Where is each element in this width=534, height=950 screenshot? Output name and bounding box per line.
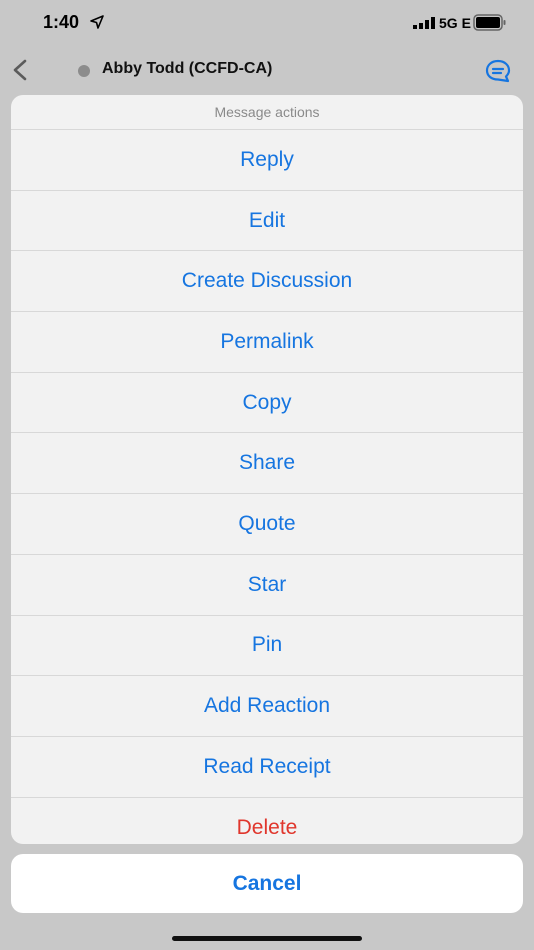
action-quote-button[interactable]: Quote (11, 494, 523, 555)
chevron-left-icon[interactable] (10, 58, 32, 82)
action-create-discussion-button[interactable]: Create Discussion (11, 251, 523, 313)
nav-bar: Abby Todd (CCFD-CA) (0, 46, 534, 94)
presence-dot-icon (78, 65, 90, 77)
action-permalink-button[interactable]: Permalink (11, 312, 523, 373)
thread-chat-icon[interactable] (484, 58, 512, 84)
home-indicator (172, 936, 362, 941)
cancel-button[interactable]: Cancel (11, 854, 523, 913)
signal-bars-icon (413, 17, 435, 29)
action-add-reaction-button[interactable]: Add Reaction (11, 676, 523, 737)
action-pin-button[interactable]: Pin (11, 616, 523, 677)
location-arrow-icon (90, 15, 104, 29)
action-delete-button[interactable]: Delete (11, 798, 523, 844)
message-actions-sheet: Message actions Reply Edit Create Discussi… (11, 95, 523, 844)
status-time: 1:40 (43, 12, 80, 32)
action-read-receipt-button[interactable]: Read Receipt (11, 737, 523, 798)
action-copy-button[interactable]: Copy (11, 373, 523, 434)
battery-icon (473, 14, 506, 31)
actions-list: Reply Edit Create Discussion Permalink Copy S… (11, 130, 523, 844)
sheet-title: Message actions (11, 95, 523, 130)
room-title[interactable]: Abby Todd (CCFD-CA) (102, 60, 272, 78)
action-reply-button[interactable]: Reply (11, 130, 523, 191)
status-bar: 1:40 5G E (0, 0, 534, 46)
action-star-button[interactable]: Star (11, 555, 523, 616)
action-share-button[interactable]: Share (11, 433, 523, 495)
network-type: 5G E (439, 15, 471, 31)
action-edit-button[interactable]: Edit (11, 191, 523, 252)
